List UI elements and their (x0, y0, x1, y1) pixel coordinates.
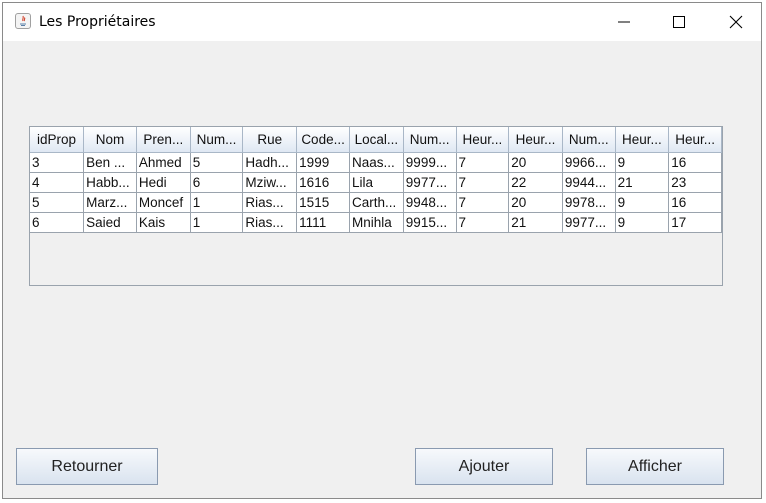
table-cell[interactable]: 21 (508, 212, 563, 233)
table-cell[interactable]: 22 (508, 172, 563, 193)
column-header[interactable]: Heur... (508, 127, 563, 153)
table-row[interactable]: 5 Marz... Moncef 1 Rias... 1515 Carth...… (30, 192, 722, 213)
table-cell[interactable]: 9999... (403, 152, 457, 173)
column-header[interactable]: Heur... (456, 127, 510, 153)
table-cell[interactable]: 23 (668, 172, 722, 193)
table-cell[interactable]: 9 (615, 152, 670, 173)
column-header[interactable]: Rue (242, 127, 298, 153)
table-cell[interactable]: 4 (30, 172, 85, 193)
table-cell[interactable]: 5 (190, 152, 244, 173)
title-bar[interactable]: Les Propriétaires (3, 3, 761, 41)
column-header[interactable]: Pren... (136, 127, 191, 153)
app-window: Les Propriétaires idProp Nom Pren... Num… (2, 2, 762, 499)
column-header[interactable]: Heur... (615, 127, 670, 153)
table-cell[interactable]: 16 (668, 152, 722, 173)
column-header[interactable]: idProp (30, 127, 85, 153)
table-cell[interactable]: 9978... (562, 192, 616, 213)
table-cell[interactable]: 9915... (403, 212, 457, 233)
table-cell[interactable]: 20 (508, 192, 563, 213)
close-button[interactable] (713, 7, 759, 37)
table-cell[interactable]: 3 (30, 152, 85, 173)
table-cell[interactable]: 1616 (296, 172, 350, 193)
column-header[interactable]: Num... (403, 127, 457, 153)
table-cell[interactable]: Saied (83, 212, 137, 233)
table-cell[interactable]: 7 (456, 192, 510, 213)
afficher-button[interactable]: Afficher (586, 448, 724, 485)
minimize-button[interactable] (601, 7, 647, 37)
table-cell[interactable]: 17 (668, 212, 722, 233)
table-cell[interactable]: Mnihla (349, 212, 404, 233)
table-cell[interactable]: 7 (456, 172, 510, 193)
column-header[interactable]: Heur... (668, 127, 722, 153)
table-cell[interactable]: Rias... (242, 212, 298, 233)
column-header[interactable]: Local... (349, 127, 404, 153)
java-app-icon (15, 13, 31, 29)
maximize-button[interactable] (656, 7, 702, 37)
column-header[interactable]: Code... (296, 127, 350, 153)
table-cell[interactable]: 7 (456, 152, 510, 173)
table-row[interactable]: 6 Saied Kais 1 Rias... 1111 Mnihla 9915.… (30, 212, 722, 233)
table-cell[interactable]: 1 (190, 192, 244, 213)
table-cell[interactable]: 1111 (296, 212, 350, 233)
table-cell[interactable]: 6 (30, 212, 85, 233)
owners-table-scrollpane[interactable]: idProp Nom Pren... Num... Rue Code... Lo… (29, 126, 723, 286)
column-header[interactable]: Num... (562, 127, 616, 153)
table-cell[interactable]: Ahmed (136, 152, 191, 173)
table-header-row: idProp Nom Pren... Num... Rue Code... Lo… (30, 127, 722, 153)
maximize-icon (673, 16, 685, 28)
minimize-icon (618, 21, 630, 23)
table-cell[interactable]: 9944... (562, 172, 616, 193)
table-cell[interactable]: 6 (190, 172, 244, 193)
table-cell[interactable]: 9966... (562, 152, 616, 173)
table-cell[interactable]: Ben ... (83, 152, 137, 173)
table-cell[interactable]: 1 (190, 212, 244, 233)
table-cell[interactable]: Kais (136, 212, 191, 233)
table-cell[interactable]: 9948... (403, 192, 457, 213)
table-row[interactable]: 4 Habb... Hedi 6 Mziw... 1616 Lila 9977.… (30, 172, 722, 193)
table-cell[interactable]: 7 (456, 212, 510, 233)
table-cell[interactable]: Carth... (349, 192, 404, 213)
table-cell[interactable]: 16 (668, 192, 722, 213)
table-cell[interactable]: 9977... (562, 212, 616, 233)
column-header[interactable]: Nom (83, 127, 137, 153)
table-cell[interactable]: Habb... (83, 172, 137, 193)
table-cell[interactable]: Rias... (242, 192, 298, 213)
table-cell[interactable]: Naas... (349, 152, 404, 173)
table-cell[interactable]: 1999 (296, 152, 350, 173)
table-cell[interactable]: 9 (615, 192, 670, 213)
column-header[interactable]: Num... (190, 127, 244, 153)
close-icon (729, 15, 743, 29)
table-cell[interactable]: 9977... (403, 172, 457, 193)
retourner-button[interactable]: Retourner (16, 448, 158, 485)
table-cell[interactable]: Moncef (136, 192, 191, 213)
table-cell[interactable]: 20 (508, 152, 563, 173)
table-cell[interactable]: Mziw... (242, 172, 298, 193)
table-cell[interactable]: Hadh... (242, 152, 298, 173)
table-cell[interactable]: 21 (615, 172, 670, 193)
table-cell[interactable]: 5 (30, 192, 85, 213)
table-cell[interactable]: Marz... (83, 192, 137, 213)
table-cell[interactable]: Hedi (136, 172, 191, 193)
table-cell[interactable]: 1515 (296, 192, 350, 213)
table-cell[interactable]: Lila (349, 172, 404, 193)
table-cell[interactable]: 9 (615, 212, 670, 233)
owners-table[interactable]: idProp Nom Pren... Num... Rue Code... Lo… (30, 127, 722, 233)
window-title: Les Propriétaires (39, 14, 156, 30)
ajouter-button[interactable]: Ajouter (415, 448, 553, 485)
table-row[interactable]: 3 Ben ... Ahmed 5 Hadh... 1999 Naas... 9… (30, 152, 722, 173)
